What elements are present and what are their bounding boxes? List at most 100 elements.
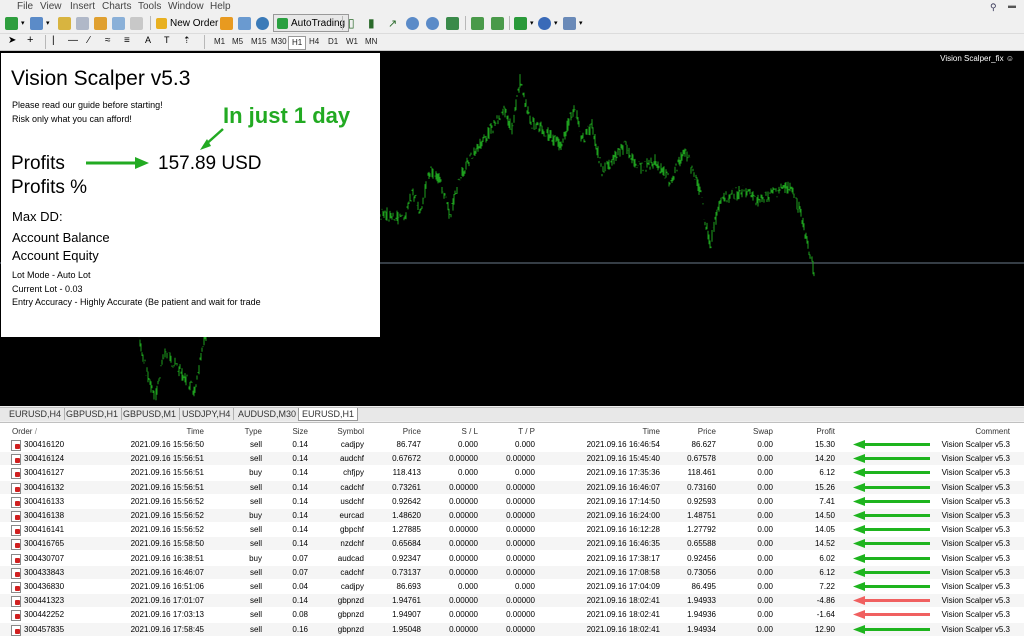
candle-chart-button[interactable]: ▮ bbox=[368, 15, 375, 31]
menu-view[interactable]: View bbox=[40, 0, 62, 13]
cell-order: 300416124 bbox=[24, 454, 65, 464]
cell-swap: 0.00 bbox=[757, 525, 773, 535]
menu-help[interactable]: Help bbox=[210, 0, 231, 13]
table-row[interactable]: 300416141 2021.09.16 15:56:52 sell 0.14 gbpc… bbox=[0, 523, 1024, 537]
table-row[interactable]: 300433843 2021.09.16 16:46:07 sell 0.07 cadc… bbox=[0, 565, 1024, 579]
zoom-in-button[interactable] bbox=[406, 15, 419, 31]
horizontal-line-icon[interactable]: — bbox=[68, 35, 78, 46]
terminal-button[interactable] bbox=[112, 15, 125, 31]
timeframe-m15[interactable]: M15 bbox=[248, 36, 270, 48]
col-swap[interactable]: Swap bbox=[730, 425, 773, 438]
menu-insert[interactable]: Insert bbox=[70, 0, 95, 13]
table-row[interactable]: 300442252 2021.09.16 17:03:13 sell 0.08 gbpn… bbox=[0, 608, 1024, 622]
new-order-button[interactable]: New Order bbox=[156, 15, 218, 31]
cell-sl: 0.000 bbox=[457, 440, 478, 449]
tester-button[interactable] bbox=[130, 15, 143, 31]
indicator-label: Vision Scalper_fix ☺ bbox=[940, 54, 1014, 63]
col-time[interactable]: Time bbox=[100, 425, 204, 438]
navigator-button[interactable] bbox=[94, 15, 107, 31]
table-row[interactable]: 300416132 2021.09.16 15:56:51 sell 0.14 cadc… bbox=[0, 480, 1024, 494]
tab-eurusd-h4[interactable]: EURUSD,H4 bbox=[6, 408, 66, 420]
chart-shift-button[interactable] bbox=[491, 15, 504, 31]
profiles-button[interactable]: ▾ bbox=[30, 15, 50, 31]
cursor-icon[interactable]: ➤ bbox=[8, 35, 16, 46]
col-type[interactable]: Type bbox=[220, 425, 262, 438]
table-row[interactable]: 300457835 2021.09.16 17:58:45 sell 0.16 gbpn… bbox=[0, 622, 1024, 636]
text-icon[interactable]: A bbox=[145, 35, 151, 45]
table-row[interactable]: 300430707 2021.09.16 16:38:51 buy 0.07 audca… bbox=[0, 552, 1024, 565]
col-tp[interactable]: T / P bbox=[485, 425, 535, 438]
col-sl[interactable]: S / L bbox=[430, 425, 478, 438]
templates-button[interactable]: ▾ bbox=[563, 15, 583, 31]
new-chart-button[interactable]: ▾ bbox=[5, 15, 25, 31]
vertical-line-icon[interactable]: | bbox=[52, 35, 55, 46]
zoom-out-button[interactable] bbox=[426, 15, 439, 31]
cell-profit: 12.90 bbox=[814, 624, 835, 634]
col-profit[interactable]: Profit bbox=[785, 425, 835, 438]
timeframe-m1[interactable]: M1 bbox=[211, 36, 228, 48]
timeframe-w1[interactable]: W1 bbox=[343, 36, 361, 48]
col-comment[interactable]: Comment bbox=[900, 425, 1010, 438]
table-row[interactable]: 300441323 2021.09.16 17:01:07 sell 0.14 gbpn… bbox=[0, 594, 1024, 608]
cell-price: 0.65684 bbox=[392, 539, 421, 549]
chart-shift-icon bbox=[491, 16, 504, 30]
timeframe-h4[interactable]: H4 bbox=[306, 36, 322, 48]
order-icon bbox=[11, 553, 21, 565]
timeframe-m30[interactable]: M30 bbox=[268, 36, 290, 48]
toolbar-separator bbox=[509, 16, 510, 30]
menu-tools[interactable]: Tools bbox=[138, 0, 161, 13]
text-label-icon[interactable]: T bbox=[164, 35, 170, 45]
data-window-button[interactable] bbox=[76, 15, 89, 31]
cell-price: 1.48620 bbox=[392, 511, 421, 520]
tab-eurusd-h1[interactable]: EURUSD,H1 bbox=[298, 408, 359, 421]
search-icon[interactable]: ⚲ bbox=[990, 2, 997, 13]
fibonacci-icon[interactable]: ≡ bbox=[124, 35, 130, 46]
table-row[interactable]: 300416127 2021.09.16 15:56:51 buy 0.14 chfjp… bbox=[0, 466, 1024, 480]
profit-arrow-icon bbox=[853, 511, 930, 520]
col-close-price[interactable]: Price bbox=[670, 425, 716, 438]
tab-usdjpy-h4[interactable]: USDJPY,H4 bbox=[179, 408, 235, 420]
metaeditor-button[interactable] bbox=[220, 15, 233, 31]
menu-window[interactable]: Window bbox=[168, 0, 204, 13]
col-order[interactable]: Order / bbox=[12, 425, 37, 438]
table-row[interactable]: 300416124 2021.09.16 15:56:51 sell 0.14 audc… bbox=[0, 452, 1024, 466]
table-row[interactable]: 300416138 2021.09.16 15:56:52 buy 0.14 eurca… bbox=[0, 509, 1024, 522]
minimize-icon[interactable]: ▬ bbox=[1008, 1, 1016, 10]
bar-chart-button[interactable]: ▯ bbox=[348, 15, 355, 31]
tile-windows-button[interactable] bbox=[446, 15, 459, 31]
timeframe-m5[interactable]: M5 bbox=[229, 36, 246, 48]
timeframe-mn[interactable]: MN bbox=[362, 36, 380, 48]
tab-gbpusd-m1[interactable]: GBPUSD,M1 bbox=[120, 408, 181, 420]
signals-button[interactable] bbox=[238, 15, 251, 31]
col-close-time[interactable]: Time bbox=[560, 425, 660, 438]
menu-file[interactable]: File bbox=[17, 0, 33, 13]
autoscroll-button[interactable] bbox=[471, 15, 484, 31]
trendline-icon[interactable]: ∕ bbox=[88, 35, 90, 46]
market-button[interactable] bbox=[256, 15, 269, 31]
col-size[interactable]: Size bbox=[270, 425, 308, 438]
indicators-button[interactable]: ▾ bbox=[514, 15, 534, 31]
timeframe-d1[interactable]: D1 bbox=[325, 36, 341, 48]
toolbar-separator bbox=[465, 16, 466, 30]
cell-type: sell bbox=[249, 624, 262, 634]
arrows-icon[interactable]: ⇡ bbox=[183, 35, 191, 46]
crosshair-icon[interactable]: + bbox=[27, 34, 33, 46]
cell-type: sell bbox=[249, 440, 262, 449]
periods-button[interactable]: ▾ bbox=[538, 15, 558, 31]
menu-charts[interactable]: Charts bbox=[102, 0, 131, 13]
col-symbol[interactable]: Symbol bbox=[310, 425, 364, 438]
tab-gbpusd-h1[interactable]: GBPUSD,H1 bbox=[63, 408, 123, 420]
table-row[interactable]: 300416765 2021.09.16 15:58:50 sell 0.14 nzdc… bbox=[0, 537, 1024, 551]
channel-icon[interactable]: ≈ bbox=[105, 35, 111, 46]
cell-symbol: gbpnzd bbox=[337, 596, 364, 606]
table-row[interactable]: 300416133 2021.09.16 15:56:52 sell 0.14 usdc… bbox=[0, 495, 1024, 508]
timeframe-h1[interactable]: H1 bbox=[288, 36, 307, 50]
market-watch-button[interactable] bbox=[58, 15, 71, 31]
indicators-icon bbox=[514, 16, 527, 30]
tab-audusd-m30[interactable]: AUDUSD,M30 bbox=[235, 408, 301, 420]
table-row[interactable]: 300436830 2021.09.16 16:51:06 sell 0.04 cadj… bbox=[0, 580, 1024, 593]
col-price[interactable]: Price bbox=[370, 425, 421, 438]
table-row[interactable]: 300416120 2021.09.16 15:56:50 sell 0.14 cadj… bbox=[0, 438, 1024, 451]
line-chart-button[interactable]: ↗ bbox=[388, 15, 397, 31]
autotrading-button[interactable]: AutoTrading bbox=[273, 14, 350, 32]
